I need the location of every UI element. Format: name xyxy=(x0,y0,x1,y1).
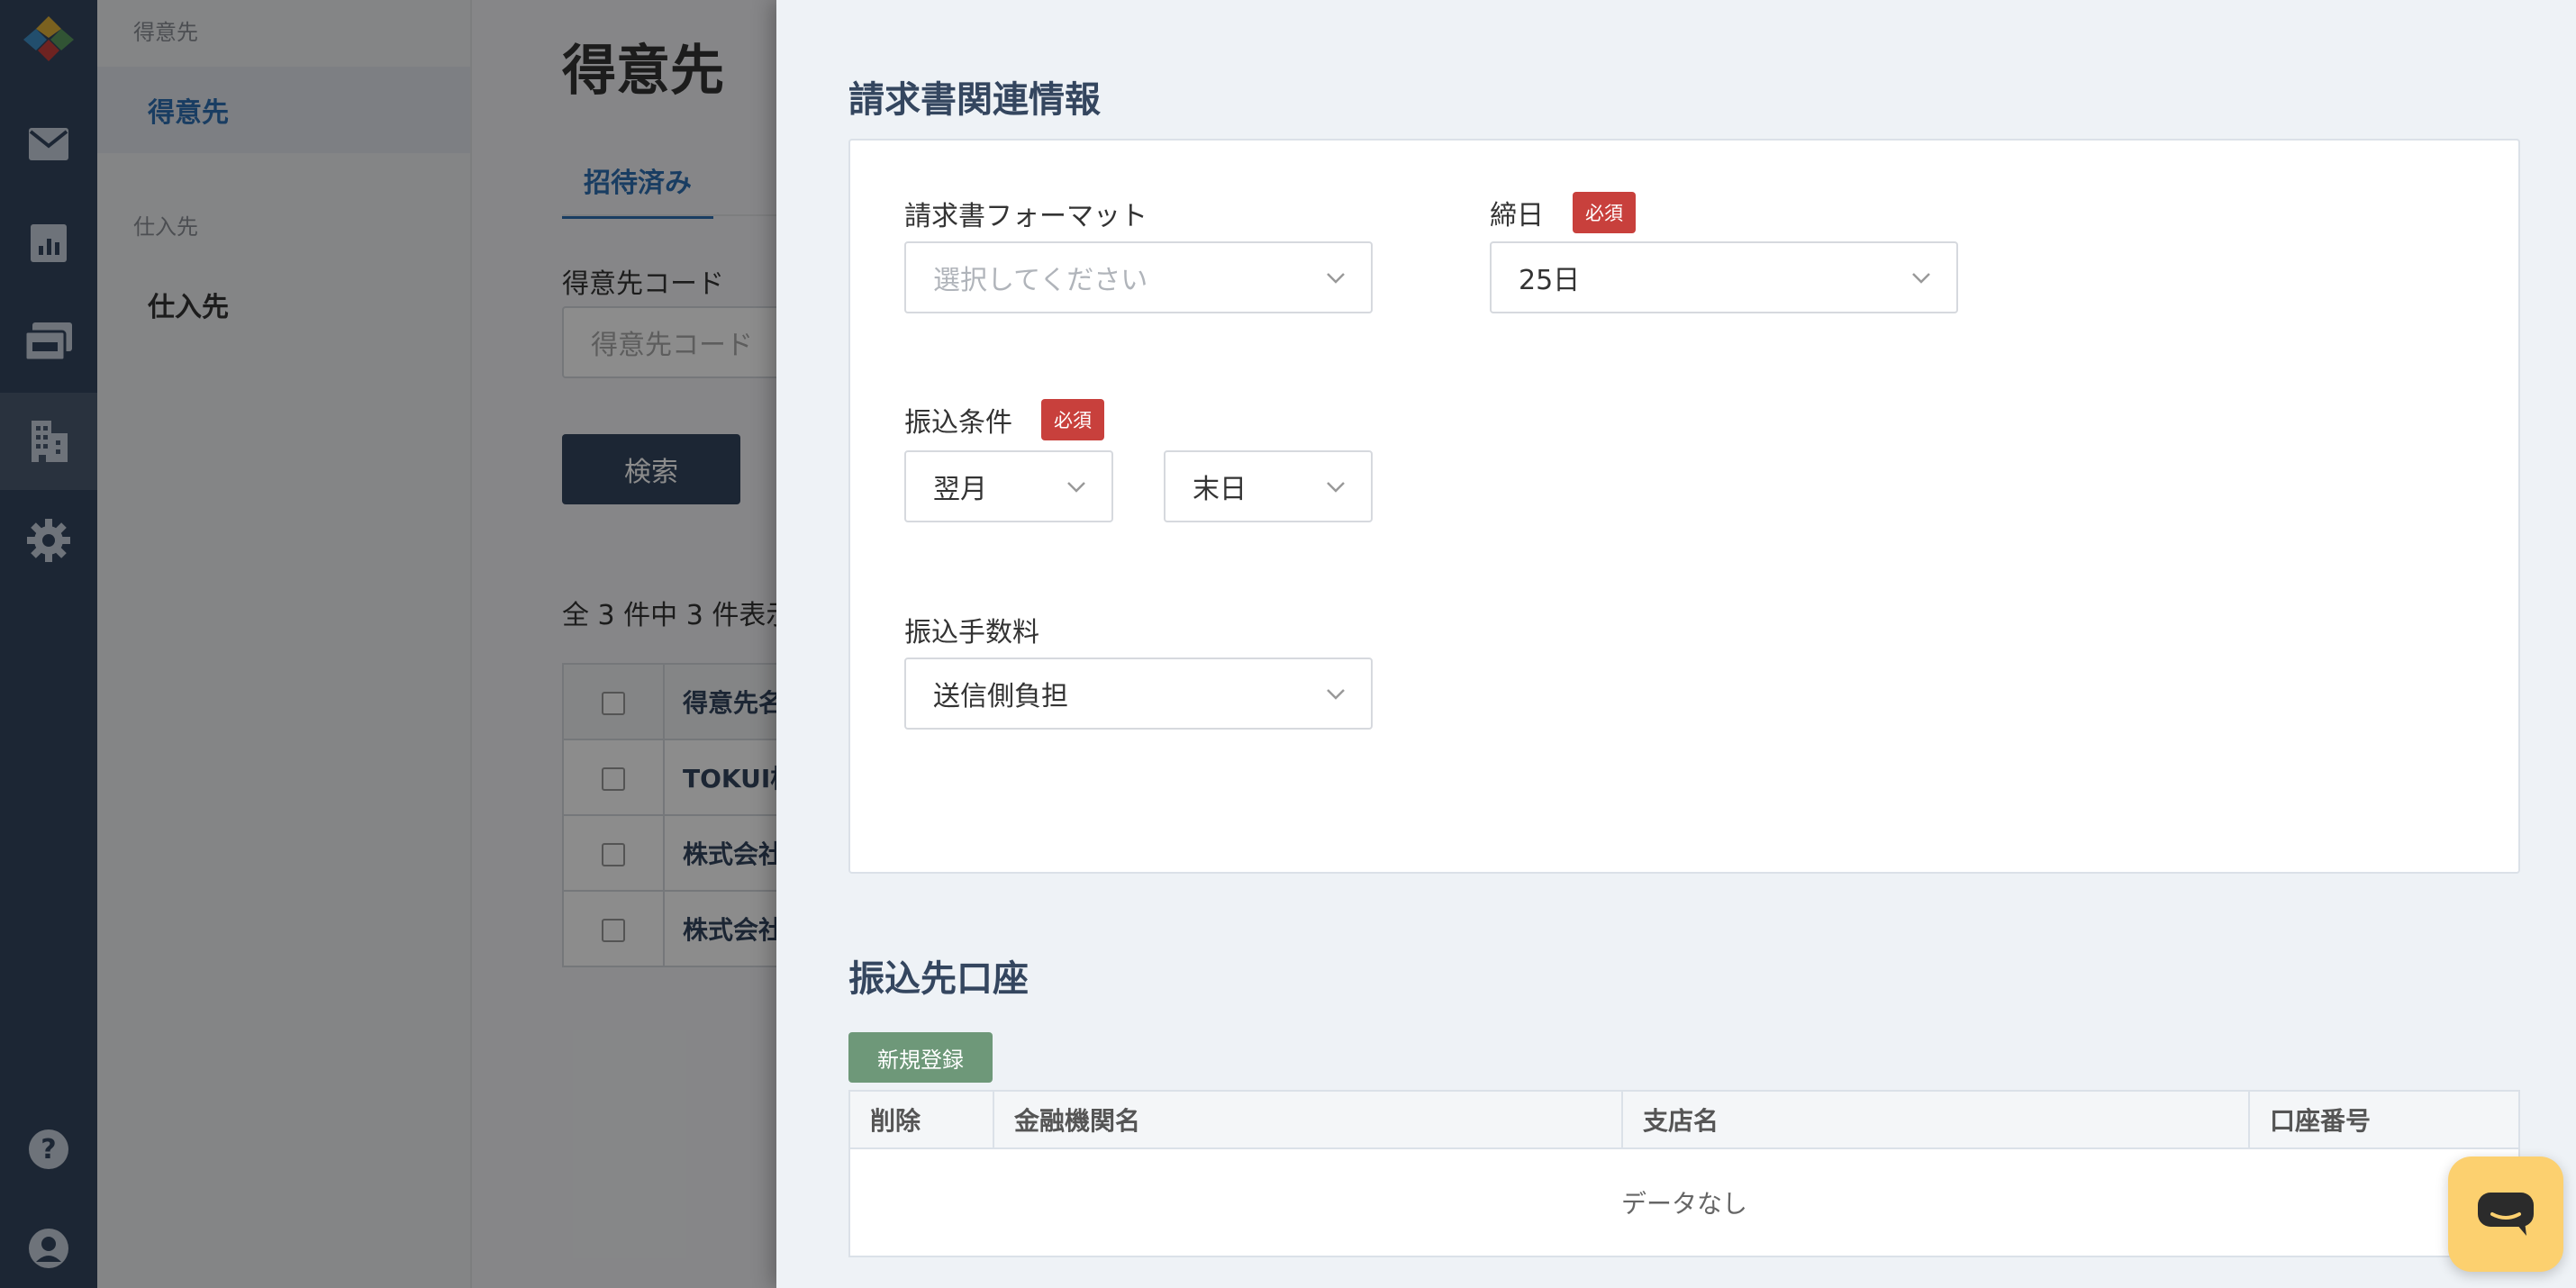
transfer-month-value: 翌月 xyxy=(933,474,987,505)
invoice-settings-card: 請求書フォーマット 選択してください 締日 必須 25日 振込条件 必須 翌月 … xyxy=(848,139,2520,874)
transfer-fee-value: 送信側負担 xyxy=(933,681,1068,712)
invoice-format-label: 請求書フォーマット xyxy=(904,195,1147,232)
new-bank-account-button[interactable]: 新規登録 xyxy=(848,1032,993,1083)
required-badge: 必須 xyxy=(1041,399,1104,440)
bank-section-title: 振込先口座 xyxy=(848,958,1029,1000)
transfer-terms-label-text: 振込条件 xyxy=(904,407,1012,439)
chevron-down-icon xyxy=(1912,273,1930,284)
transfer-fee-select[interactable]: 送信側負担 xyxy=(904,658,1373,730)
required-badge: 必須 xyxy=(1573,192,1636,233)
invoice-format-select[interactable]: 選択してください xyxy=(904,241,1373,313)
transfer-month-select[interactable]: 翌月 xyxy=(904,450,1113,522)
closing-day-label-text: 締日 xyxy=(1490,200,1544,231)
column-header-account-number: 口座番号 xyxy=(2270,1106,2372,1136)
transfer-fee-label-text: 振込手数料 xyxy=(904,617,1039,649)
column-header-delete: 削除 xyxy=(850,1092,994,1147)
closing-day-select[interactable]: 25日 xyxy=(1490,241,1958,313)
transfer-day-select[interactable]: 末日 xyxy=(1164,450,1373,522)
chevron-down-icon xyxy=(1327,689,1345,700)
transfer-day-value: 末日 xyxy=(1193,474,1247,505)
transfer-fee-label: 振込手数料 xyxy=(904,611,1039,649)
transfer-terms-label: 振込条件 必須 xyxy=(904,399,1104,440)
bank-account-table: 削除 金融機関名 支店名 口座番号 データなし xyxy=(848,1090,2520,1257)
bank-table-header: 削除 金融機関名 支店名 口座番号 xyxy=(850,1092,2518,1149)
customer-detail-drawer: 請求書関連情報 請求書フォーマット 選択してください 締日 必須 25日 振込条… xyxy=(776,0,2576,1288)
chevron-down-icon xyxy=(1327,273,1345,284)
chat-icon xyxy=(2478,1193,2534,1236)
chevron-down-icon xyxy=(1067,482,1085,493)
invoice-format-placeholder: 選択してください xyxy=(933,265,1148,296)
invoice-format-label-text: 請求書フォーマット xyxy=(904,201,1147,232)
closing-day-label: 締日 必須 xyxy=(1490,192,1636,233)
column-header-branch-name: 支店名 xyxy=(1623,1092,2250,1147)
chat-launcher-button[interactable] xyxy=(2448,1156,2563,1272)
invoice-section-title: 請求書関連情報 xyxy=(848,79,1101,121)
column-header-bank-name: 金融機関名 xyxy=(994,1092,1623,1147)
chevron-down-icon xyxy=(1327,482,1345,493)
bank-table-empty: データなし xyxy=(1620,1189,1747,1219)
closing-day-value: 25日 xyxy=(1519,265,1581,296)
